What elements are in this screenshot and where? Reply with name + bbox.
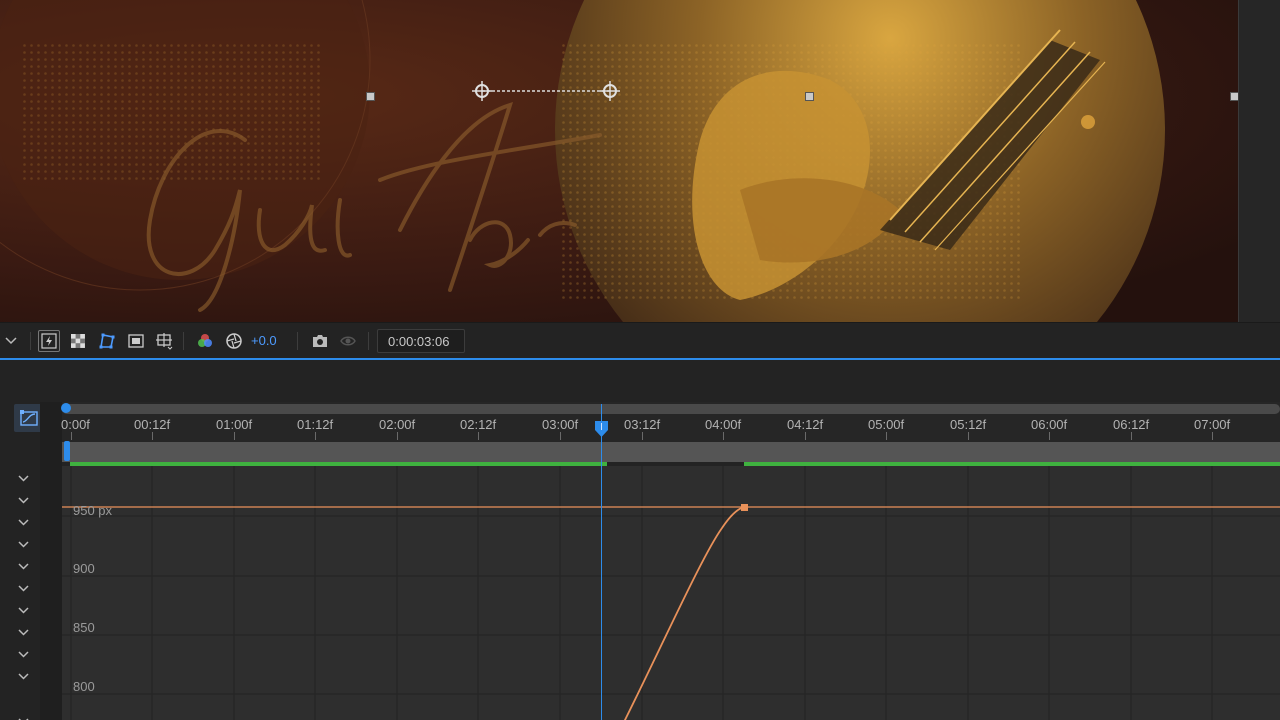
ruler-tick-label: 02:00f (379, 417, 416, 432)
ruler-tick (152, 432, 153, 440)
fast-previews-icon[interactable] (38, 330, 60, 352)
exposure-value[interactable]: +0.0 (251, 333, 277, 348)
ruler-tick (723, 432, 724, 440)
ruler-tick-label: 06:00f (1031, 417, 1068, 432)
playhead-icon[interactable] (594, 420, 609, 438)
value-graph-curve[interactable] (62, 466, 1280, 720)
ruler-tick (968, 432, 969, 440)
toolbar-divider (368, 332, 369, 350)
chevron-down-icon[interactable] (12, 645, 34, 663)
transparency-grid-icon[interactable] (67, 330, 89, 352)
current-time-display[interactable]: 0:00:03:06 (377, 329, 465, 353)
ruler-tick-label: 03:00f (542, 417, 579, 432)
ruler-tick (71, 432, 72, 440)
anchor-point-icon[interactable] (471, 80, 493, 102)
reset-exposure-icon[interactable] (223, 330, 245, 352)
ruler-tick (886, 432, 887, 440)
graph-value-label: 900 (73, 561, 95, 576)
viewer-side-panel (1238, 0, 1280, 322)
graph-value-label: 850 (73, 620, 95, 635)
ruler-tick (1212, 432, 1213, 440)
ruler-tick-label: 07:00f (1194, 417, 1231, 432)
chevron-down-icon[interactable] (12, 469, 34, 487)
ruler-tick (1131, 432, 1132, 440)
property-expanders (0, 466, 38, 720)
ruler-tick-label: 02:12f (460, 417, 497, 432)
guides-icon[interactable] (153, 330, 175, 352)
mask-visibility-icon[interactable] (96, 330, 118, 352)
graph-value-label: 950 px (73, 503, 113, 518)
viewer-toolbar: +0.0 0:00:03:06 (0, 322, 1280, 358)
toolbar-divider (30, 332, 31, 350)
graph-editor[interactable] (62, 466, 1280, 720)
work-area-bar[interactable] (62, 442, 1280, 462)
chevron-down-icon[interactable] (12, 667, 34, 685)
time-navigator-bar[interactable] (62, 404, 1280, 414)
composition-artwork (0, 0, 1280, 322)
chevron-down-icon[interactable] (12, 535, 34, 553)
timeline-panel-header (0, 360, 1280, 402)
ruler-tick (234, 432, 235, 440)
chevron-down-icon[interactable] (12, 579, 34, 597)
ruler-tick-label: 05:00f (868, 417, 905, 432)
ruler-tick (315, 432, 316, 440)
time-navigator-start-handle[interactable] (61, 403, 71, 413)
ruler-tick-label: 04:00f (705, 417, 742, 432)
chevron-down-icon[interactable] (12, 513, 34, 531)
ruler-tick (560, 432, 561, 440)
layer-bounding-handle-middle[interactable] (805, 92, 814, 101)
layer-bounding-handle-left[interactable] (366, 92, 375, 101)
work-area-start-handle[interactable] (64, 441, 70, 461)
region-of-interest-icon[interactable] (125, 330, 147, 352)
current-time-indicator[interactable] (601, 404, 602, 720)
show-snapshot-icon[interactable] (337, 330, 359, 352)
keyframe-marker[interactable] (741, 504, 748, 511)
ruler-tick (478, 432, 479, 440)
position-keyframe-handle-icon[interactable] (599, 80, 621, 102)
chevron-down-icon[interactable] (12, 623, 34, 641)
toolbar-divider (297, 332, 298, 350)
ruler-tick-label: 03:12f (624, 417, 661, 432)
toolbar-divider (183, 332, 184, 350)
ruler-tick (805, 432, 806, 440)
ruler-tick-label: 0:00f (61, 417, 90, 432)
graph-value-label: 800 (73, 679, 95, 694)
channel-icon[interactable] (194, 330, 216, 352)
ruler-tick-label: 04:12f (787, 417, 824, 432)
ruler-tick (1049, 432, 1050, 440)
ruler-tick-label: 06:12f (1113, 417, 1150, 432)
chevron-down-icon[interactable] (12, 712, 34, 720)
ruler-tick-label: 01:00f (216, 417, 253, 432)
magnification-dropdown-icon[interactable] (0, 330, 22, 352)
chevron-down-icon[interactable] (12, 491, 34, 509)
ruler-tick-label: 01:12f (297, 417, 334, 432)
snapshot-icon[interactable] (309, 330, 331, 352)
timeline-gutter (40, 402, 62, 720)
ruler-tick (397, 432, 398, 440)
chevron-down-icon[interactable] (12, 601, 34, 619)
composition-viewer[interactable] (0, 0, 1280, 322)
ruler-tick (642, 432, 643, 440)
ruler-tick-label: 00:12f (134, 417, 171, 432)
chevron-down-icon[interactable] (12, 557, 34, 575)
ruler-tick-label: 05:12f (950, 417, 987, 432)
